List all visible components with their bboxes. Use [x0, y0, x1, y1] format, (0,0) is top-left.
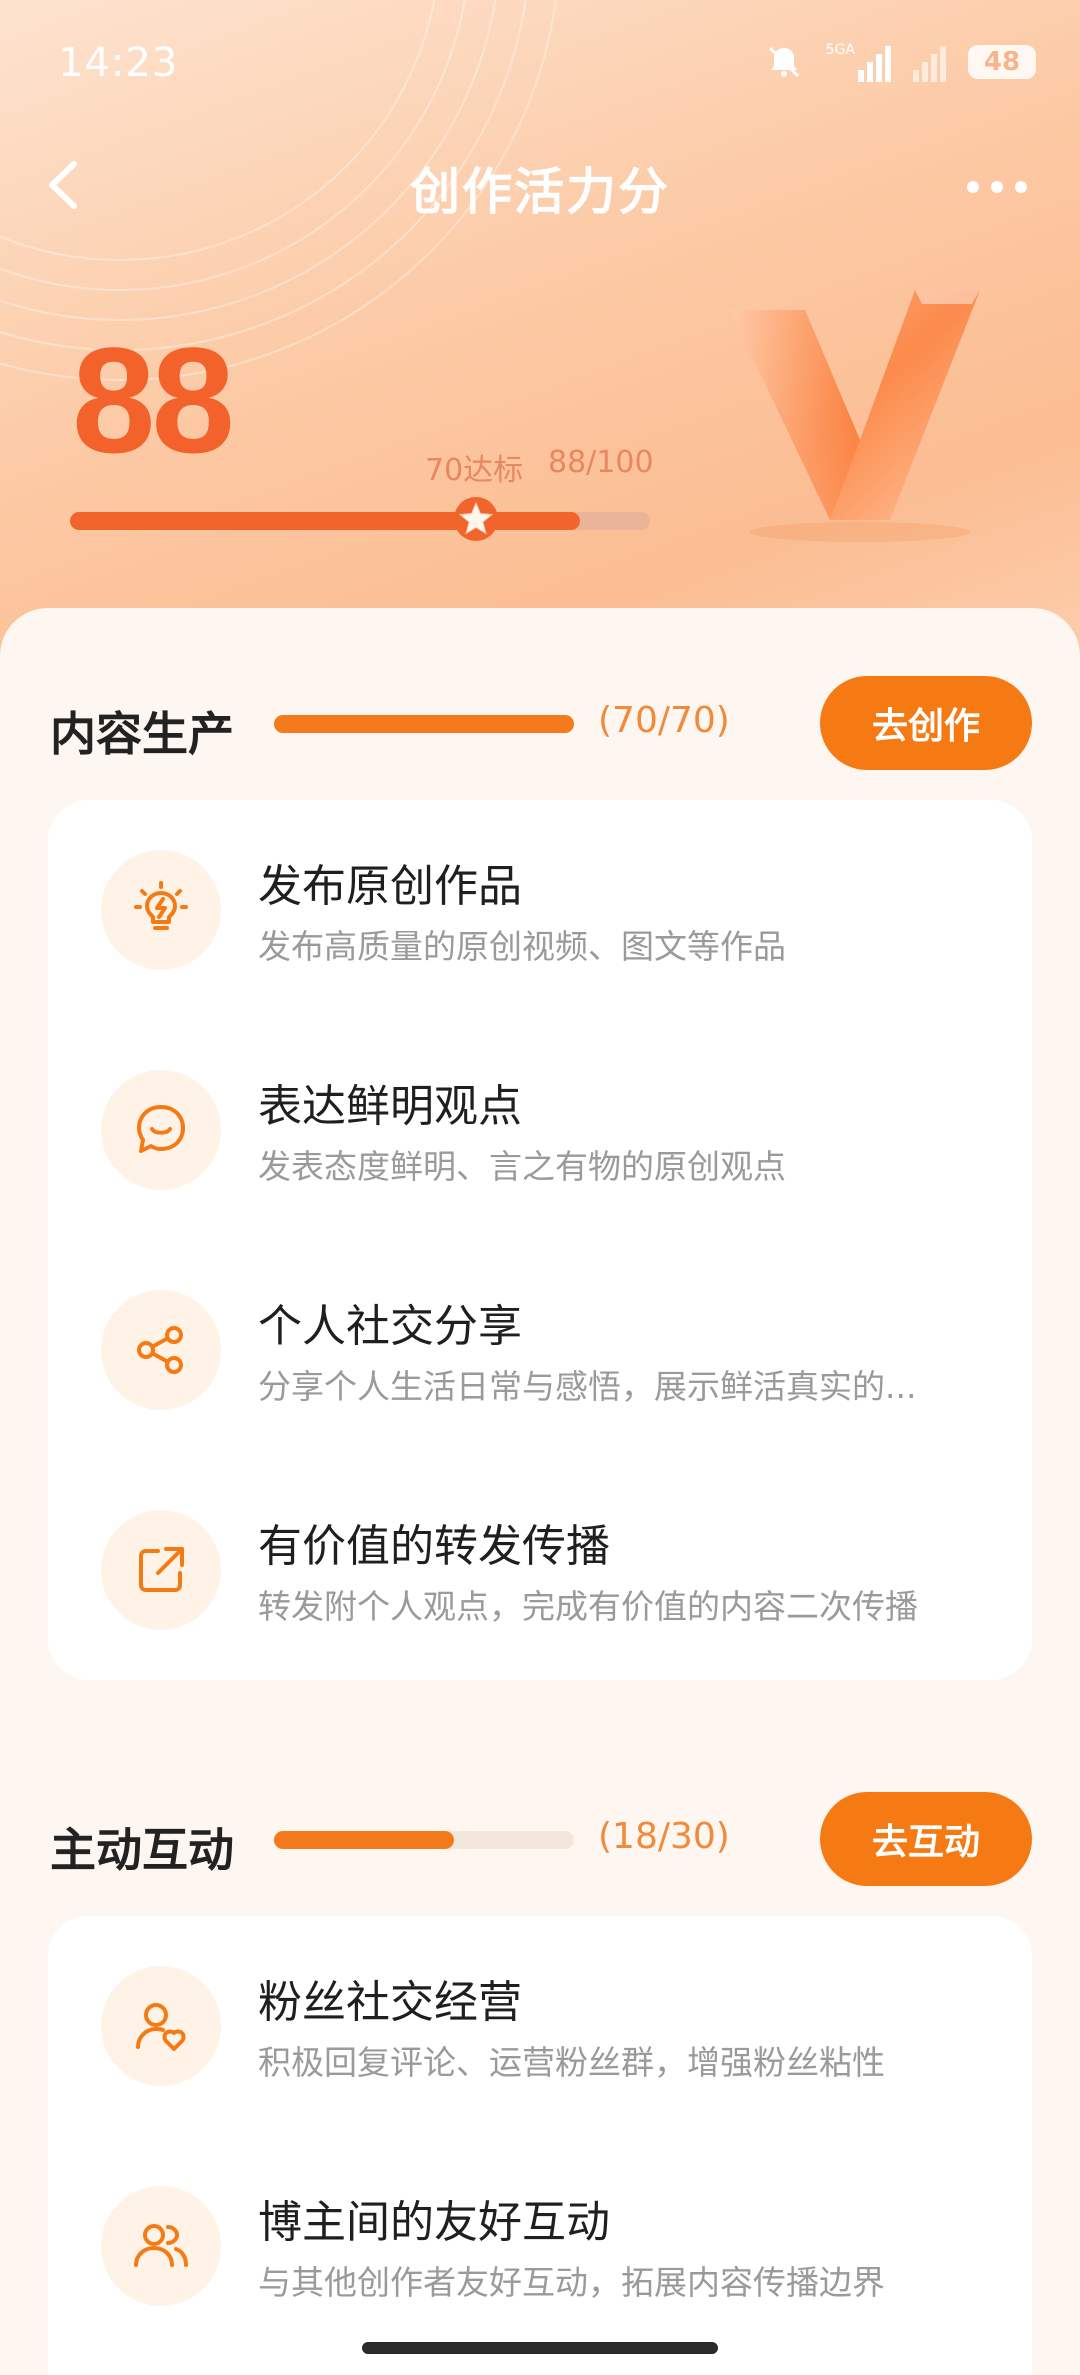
- page-title: 创作活力分: [410, 163, 670, 221]
- item-desc: 分享个人生活日常与感悟，展示鲜活真实的...: [258, 1367, 917, 1406]
- go-create-button[interactable]: 去创作: [820, 676, 1032, 770]
- section-title: 内容生产: [50, 707, 234, 761]
- section-progress-fill: [274, 1831, 454, 1849]
- nav-bar: 创作活力分: [0, 130, 1080, 240]
- item-title: 粉丝社交经营: [258, 1977, 522, 2028]
- item-desc: 积极回复评论、运营粉丝群，增强粉丝粘性: [258, 2043, 885, 2082]
- item-desc: 发表态度鲜明、言之有物的原创观点: [258, 1147, 786, 1186]
- section-title: 主动互动: [50, 1823, 234, 1877]
- section-progress-bar: [274, 1831, 574, 1849]
- list-item-express-views[interactable]: 表达鲜明观点 发表态度鲜明、言之有物的原创观点: [48, 1020, 1032, 1240]
- chat-smile-icon: [101, 1070, 221, 1190]
- go-interact-button[interactable]: 去互动: [820, 1792, 1032, 1886]
- section-active-interaction: 主动互动 (18/30) 去互动: [0, 1790, 1080, 1886]
- item-title: 个人社交分享: [258, 1301, 522, 1352]
- battery-icon: 48: [968, 45, 1036, 79]
- threshold-label: 70达标: [425, 453, 524, 488]
- score-ratio: 88/100: [548, 445, 654, 480]
- list-item-creator-interaction[interactable]: 博主间的友好互动 与其他创作者友好互动，拓展内容传播边界: [48, 2136, 1032, 2356]
- list-item-social-share[interactable]: 个人社交分享 分享个人生活日常与感悟，展示鲜活真实的...: [48, 1240, 1032, 1460]
- score-value: 88: [72, 316, 235, 484]
- task-card-interaction: 粉丝社交经营 积极回复评论、运营粉丝群，增强粉丝粘性 博主间的友好互动 与其他创…: [48, 1916, 1032, 2375]
- item-desc: 与其他创作者友好互动，拓展内容传播边界: [258, 2263, 885, 2302]
- item-title: 表达鲜明观点: [258, 1081, 522, 1132]
- lightbulb-icon: [101, 850, 221, 970]
- cell-signal-2-icon: [913, 42, 946, 82]
- more-button[interactable]: [942, 152, 1052, 222]
- item-title: 发布原创作品: [258, 861, 522, 912]
- signal-label: 5GA: [825, 42, 855, 58]
- score-progress-fill: [70, 512, 581, 530]
- list-item-fan-management[interactable]: 粉丝社交经营 积极回复评论、运营粉丝群，增强粉丝粘性: [48, 1916, 1032, 2136]
- section-score: (18/30): [598, 1816, 730, 1857]
- home-indicator[interactable]: [362, 2342, 718, 2354]
- item-title: 博主间的友好互动: [258, 2197, 610, 2248]
- item-desc: 转发附个人观点，完成有价值的内容二次传播: [258, 1587, 918, 1626]
- users-icon: [101, 2186, 221, 2306]
- threshold-star-icon: [454, 497, 498, 541]
- hero-banner: 14:23 5GA 48 创作活力分 88 70达标 88/100: [0, 0, 1080, 700]
- cell-signal-icon: 5GA: [826, 42, 891, 82]
- user-heart-icon: [101, 1966, 221, 2086]
- status-time: 14:23: [58, 40, 179, 86]
- score-progress-bar: [70, 512, 650, 530]
- list-item-repost[interactable]: 有价值的转发传播 转发附个人观点，完成有价值的内容二次传播: [48, 1460, 1032, 1680]
- content-panel: 内容生产 (70/70) 去创作 发布原创作品 发布高质量的原创视频、图文等作品…: [0, 608, 1080, 2375]
- section-content-production: 内容生产 (70/70) 去创作: [0, 674, 1080, 770]
- task-card-content: 发布原创作品 发布高质量的原创视频、图文等作品 表达鲜明观点 发表态度鲜明、言之…: [48, 800, 1032, 1680]
- more-dots-icon: [967, 181, 979, 193]
- section-score: (70/70): [598, 700, 730, 741]
- v-badge-icon: [730, 290, 980, 542]
- item-title: 有价值的转发传播: [258, 1521, 610, 1572]
- status-bar: 14:23 5GA 48: [0, 0, 1080, 130]
- status-icons: 5GA 48: [764, 38, 1036, 86]
- list-item-publish-original[interactable]: 发布原创作品 发布高质量的原创视频、图文等作品: [48, 800, 1032, 1020]
- section-progress-bar: [274, 715, 574, 733]
- bell-muted-icon: [768, 46, 799, 78]
- section-progress-fill: [274, 715, 574, 733]
- repost-icon: [101, 1510, 221, 1630]
- item-desc: 发布高质量的原创视频、图文等作品: [258, 927, 786, 966]
- share-icon: [101, 1290, 221, 1410]
